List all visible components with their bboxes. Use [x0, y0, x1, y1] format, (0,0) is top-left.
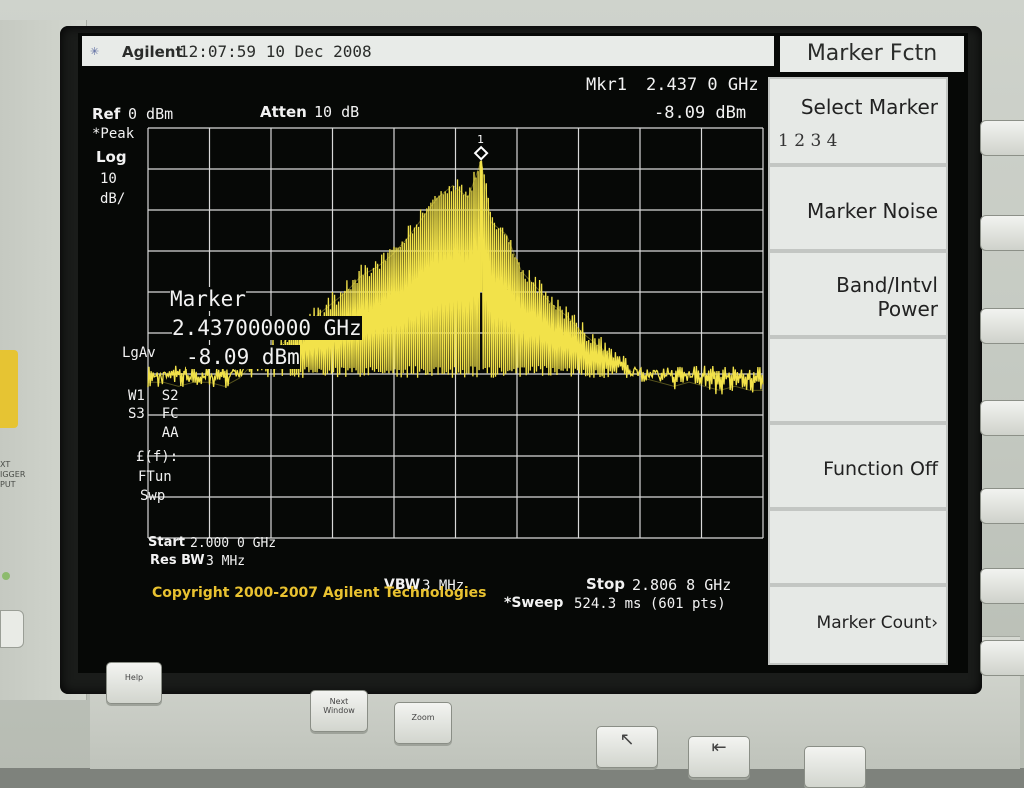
scale-unit: dB/: [100, 191, 126, 207]
marker-number-options: 1 2 3 4: [778, 131, 838, 151]
select-marker-softkey[interactable]: Select Marker 1 2 3 4: [768, 77, 948, 165]
marker-freq-readout: 2.437 0 GHz: [646, 75, 759, 95]
softkey-button-5[interactable]: [980, 488, 1024, 524]
warning-sticker: [0, 350, 18, 428]
softkey-button-2[interactable]: [980, 215, 1024, 251]
front-key-blank[interactable]: [804, 746, 866, 788]
sweep-label: *Sweep: [504, 595, 564, 611]
function-off-softkey[interactable]: Function Off: [768, 423, 948, 509]
marker-number: 1: [477, 133, 484, 146]
average-label: LgAv: [122, 345, 156, 361]
resbw-label: Res BW: [150, 553, 205, 568]
trace-flag: £(f):: [136, 449, 179, 465]
zoom-key[interactable]: Zoom: [394, 702, 452, 744]
softkey-label: Marker Count›: [816, 613, 938, 633]
start-label: Start: [148, 535, 185, 550]
marker-label: Mkr1: [586, 75, 627, 95]
blank-softkey[interactable]: [768, 337, 948, 423]
resbw-value: 3 MHz: [206, 554, 246, 569]
trace-flag: AA: [128, 425, 179, 441]
trace-flag: FTun: [138, 469, 172, 485]
marker-noise-softkey[interactable]: Marker Noise: [768, 165, 948, 251]
softkey-button-4[interactable]: [980, 400, 1024, 436]
band-intvl-power-softkey[interactable]: Band/Intvl Power: [768, 251, 948, 337]
tab-left-key[interactable]: ⇤: [688, 736, 750, 778]
softkey-menu-title: Marker Fctn: [780, 36, 964, 72]
arrow-up-left-icon: ↖: [619, 729, 635, 750]
stop-value: 2.806 8 GHz: [632, 576, 732, 594]
softkey-button-7[interactable]: [980, 640, 1024, 676]
softkey-button-6[interactable]: [980, 568, 1024, 604]
analyzer-screen: ✳ Agilent 12:07:59 10 Dec 2008 1 Mkr1 2.…: [78, 33, 968, 673]
power-led: [2, 572, 10, 580]
stop-label: Stop: [586, 575, 626, 593]
marker-count-softkey[interactable]: Marker Count›: [768, 585, 948, 665]
next-window-key[interactable]: Next Window: [310, 690, 368, 732]
trace-flag: Swp: [140, 488, 166, 504]
active-marker-amp: -8.09 dBm: [186, 345, 300, 369]
softkey-button-3[interactable]: [980, 308, 1024, 344]
ref-label: Ref: [92, 105, 121, 123]
atten-label: Atten: [260, 103, 307, 121]
start-value: 2.000 0 GHz: [190, 536, 277, 551]
blank-softkey[interactable]: [768, 509, 948, 585]
softkey-label: Marker Noise: [807, 199, 938, 223]
ref-value: 0 dBm: [128, 105, 174, 123]
atten-value: 10 dB: [314, 103, 360, 121]
marker-diamond-icon: [473, 145, 489, 161]
active-marker-title: Marker: [170, 287, 246, 311]
next-window-key-label: Next Window: [323, 697, 355, 715]
scale-type: Log: [96, 148, 127, 166]
softkey-label: Band/Intvl: [836, 273, 938, 297]
tab-left-icon: ⇤: [711, 737, 727, 758]
help-key-label: Help: [124, 673, 144, 682]
sweep-value: 524.3 ms (601 pts): [574, 596, 726, 612]
scale-value: 10: [100, 171, 117, 187]
softkey-label: Power: [877, 297, 938, 321]
arrow-up-left-key[interactable]: ↖: [596, 726, 658, 768]
copyright-notice: Copyright 2000-2007 Agilent Technologies: [152, 585, 487, 601]
softkey-label: Function Off: [823, 458, 938, 480]
ext-trigger-label: XT IGGER PUT: [0, 460, 26, 489]
left-panel-key[interactable]: [0, 610, 24, 648]
marker-amp-readout: -8.09 dBm: [654, 103, 747, 123]
softkey-button-1[interactable]: [980, 120, 1024, 156]
detector-mode: *Peak: [92, 126, 135, 142]
softkey-label: Select Marker: [800, 95, 938, 119]
trace-flag: S3 FC: [128, 406, 179, 422]
help-key[interactable]: Help: [106, 662, 162, 704]
zoom-key-label: Zoom: [411, 713, 435, 722]
trace-flag: W1 S2: [128, 388, 179, 404]
active-marker-freq: 2.437000000 GHz: [172, 316, 362, 340]
